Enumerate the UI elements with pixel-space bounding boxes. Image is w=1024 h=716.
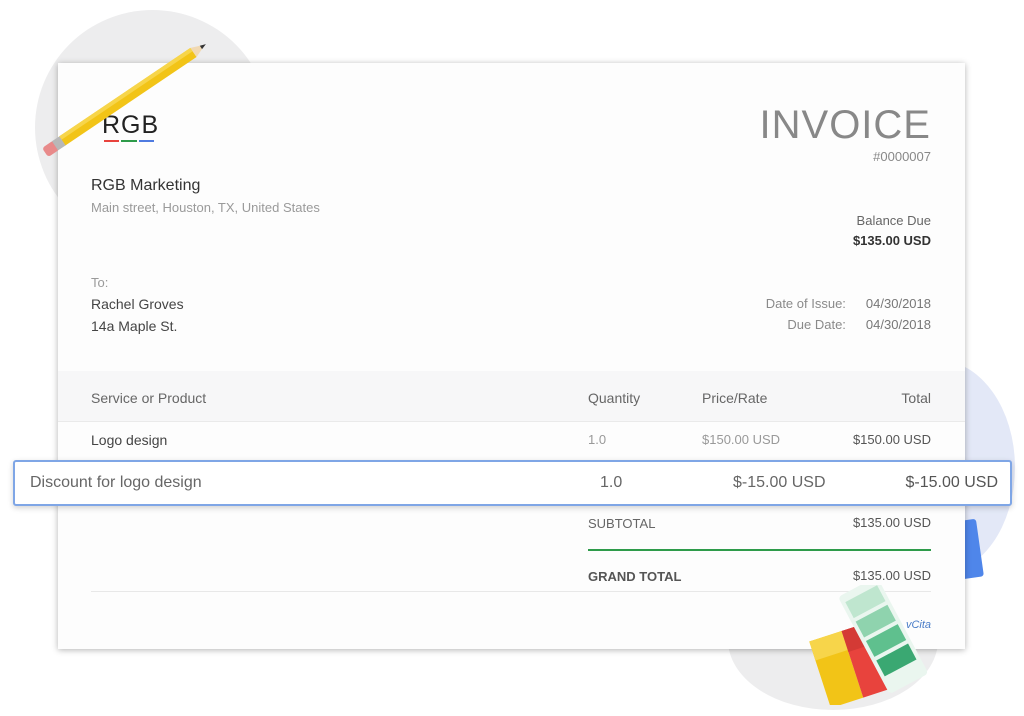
color-swatches-icon [809,585,928,705]
balance-due-amount: $135.00 USD [852,233,931,248]
to-label: To: [91,275,109,290]
table-header: Service or Product Quantity Price/Rate T… [58,371,965,422]
header-total: Total [901,390,931,406]
issue-date-label: Date of Issue: [765,296,846,311]
row-quantity: 1.0 [588,432,607,447]
totals-divider [588,549,931,551]
header-price: Price/Rate [702,390,768,406]
balance-due-label: Balance Due [856,213,931,228]
table-row-highlighted[interactable]: Discount for logo design 1.0 $-15.00 USD… [13,460,1012,506]
row-price: $-15.00 USD [733,474,826,491]
client-address: 14a Maple St. [91,318,178,334]
row-service: Discount for logo design [30,474,202,491]
issue-date-row: Date of Issue: 04/30/2018 [766,296,931,311]
pencil-icon [43,44,206,156]
invoice-number: #0000007 [873,149,931,164]
grand-total-value: $135.00 USD [852,568,931,583]
company-name: RGB Marketing [91,177,201,194]
row-price: $150.00 USD [702,432,781,447]
row-total: $-15.00 USD [905,474,999,491]
subtotal-value: $135.00 USD [852,515,931,530]
due-date-row: Due Date: 04/30/2018 [787,317,931,332]
header-quantity: Quantity [588,390,641,406]
subtotal-label: SUBTOTAL [588,516,656,531]
invoice-title: INVOICE [759,103,931,147]
client-name: Rachel Groves [91,296,184,312]
issue-date-value: 04/30/2018 [865,296,931,311]
due-date-label: Due Date: [787,317,846,332]
row-total: $150.00 USD [852,432,931,447]
due-date-value: 04/30/2018 [865,317,931,332]
table-row[interactable]: Logo design 1.0 $150.00 USD $150.00 USD [58,421,965,459]
header-service: Service or Product [91,390,207,406]
company-address: Main street, Houston, TX, United States [91,200,320,215]
row-service: Logo design [91,432,168,448]
grand-total-label: GRAND TOTAL [588,569,682,584]
row-quantity: 1.0 [600,474,623,491]
